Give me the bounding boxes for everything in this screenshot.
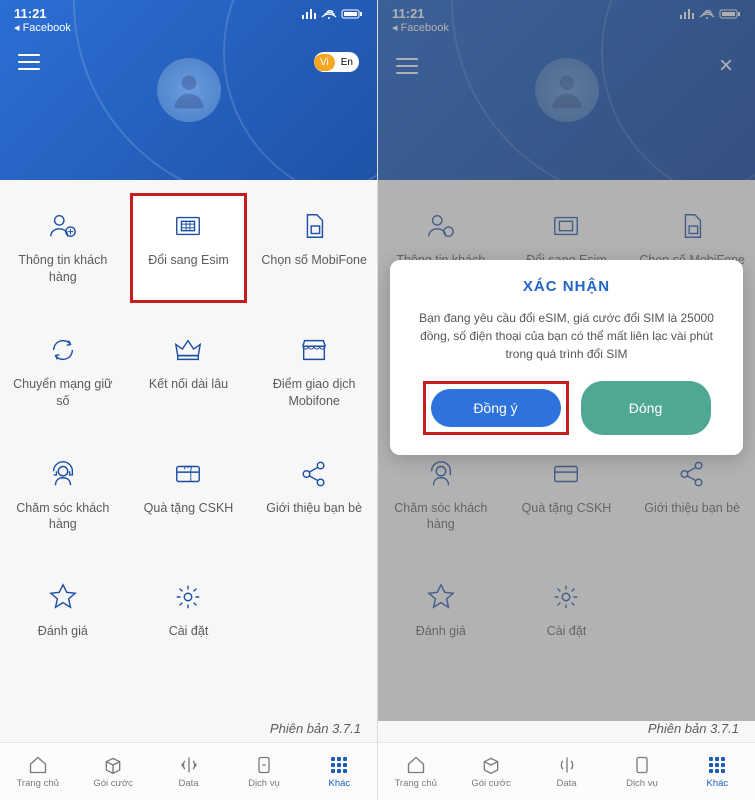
app-header: 11:21 ◂ Facebook Vi En [0,0,377,180]
cell-gift[interactable]: Quà tặng CSKH [504,448,630,544]
agree-highlight: Đồng ý [423,381,569,435]
language-toggle[interactable]: Vi En [314,52,359,72]
grid-icon [328,755,350,775]
cell-label: Chăm sóc khách hàng [6,500,120,534]
app-header: 11:21 ◂ Facebook × [378,0,755,180]
tab-home[interactable]: Trang chủ [0,743,75,800]
tab-package[interactable]: Gói cước [75,743,150,800]
gift-card-icon [172,458,204,490]
cell-settings[interactable]: Cài đặt [504,571,630,650]
lang-vi[interactable]: Vi [314,54,335,71]
close-button[interactable]: Đóng [581,381,711,435]
cell-choose-number[interactable]: Chọn số MobiFone [251,200,377,296]
cell-label: Quà tặng CSKH [144,500,234,517]
cell-label: Thông tin khách hàng [6,252,120,286]
cell-refer[interactable]: Giới thiệu bạn bè [251,448,377,544]
cell-rate[interactable]: Đánh giá [378,571,504,650]
home-icon [27,755,49,775]
mnp-icon [47,334,79,366]
cell-label: Chọn số MobiFone [261,252,367,269]
cell-label: Cài đặt [169,623,209,640]
service-icon [253,755,275,775]
menu-icon[interactable] [18,54,40,70]
cell-label: Giới thiệu bạn bè [266,500,362,517]
star-icon [47,581,79,613]
cell-label: Chuyển mạng giữ số [6,376,120,410]
cell-label: Đánh giá [38,623,88,640]
tab-service[interactable]: Dịch vụ [226,743,301,800]
share-icon [298,458,330,490]
agree-button[interactable]: Đồng ý [431,389,561,427]
cell-mnp[interactable]: Chuyển mạng giữ số [0,324,126,420]
cell-customer-info[interactable]: Thông tin khách hàng [0,200,126,296]
cell-label: Đổi sang Esim [148,252,229,269]
tab-package[interactable]: Gói cước [453,743,528,800]
version-label: Phiên bản 3.7.1 [0,721,377,742]
crown-icon [172,334,204,366]
status-time: 11:21 [14,6,47,21]
cell-rate[interactable]: Đánh giá [0,571,126,650]
sim-icon [298,210,330,242]
package-icon [102,755,124,775]
dialog-title: XÁC NHẬN [406,278,727,295]
tab-other[interactable]: Khác [302,743,377,800]
cell-care[interactable]: Chăm sóc khách hàng [378,448,504,544]
back-to-app[interactable]: ◂ Facebook [0,21,377,34]
cell-label: Kết nối dài lâu [149,376,228,393]
status-bar: 11:21 [0,0,377,21]
tab-data[interactable]: Data [151,743,226,800]
tab-home[interactable]: Trang chủ [378,743,453,800]
tab-other[interactable]: Khác [680,743,755,800]
confirm-dialog: XÁC NHẬN Bạn đang yêu cầu đổi eSIM, giá … [390,260,743,455]
cell-label: Điểm giao dịch Mobifone [257,376,371,410]
cell-transaction-point[interactable]: Điểm giao dịch Mobifone [251,324,377,420]
menu-grid: Thông tin khách hàng Đổi sang Esim Chọn … [0,180,377,660]
cell-gift[interactable]: Quà tặng CSKH [126,448,252,544]
cell-refer[interactable]: Giới thiệu bạn bè [629,448,755,544]
cell-esim[interactable]: Đổi sang Esim [130,193,248,303]
cell-care[interactable]: Chăm sóc khách hàng [0,448,126,544]
avatar[interactable] [157,58,221,122]
data-icon [178,755,200,775]
headset-icon [47,458,79,490]
tab-data[interactable]: Data [529,743,604,800]
dialog-body: Bạn đang yêu cầu đổi eSIM, giá cước đổi … [406,309,727,363]
phone-left: 11:21 ◂ Facebook Vi En [0,0,377,800]
tab-bar: Trang chủ Gói cước Data Dịch vụ Khác [378,742,755,800]
version-label: Phiên bản 3.7.1 [378,721,755,742]
lang-en[interactable]: En [335,54,359,71]
store-icon [298,334,330,366]
cell-settings[interactable]: Cài đặt [126,571,252,650]
gear-icon [172,581,204,613]
tab-service[interactable]: Dịch vụ [604,743,679,800]
tab-bar: Trang chủ Gói cước Data Dịch vụ Khác [0,742,377,800]
esim-icon [172,210,204,242]
cell-connect[interactable]: Kết nối dài lâu [126,324,252,420]
status-icons [301,8,363,20]
customer-info-icon [47,210,79,242]
phone-right: 11:21 ◂ Facebook × Thông tin khách hàng … [377,0,755,800]
